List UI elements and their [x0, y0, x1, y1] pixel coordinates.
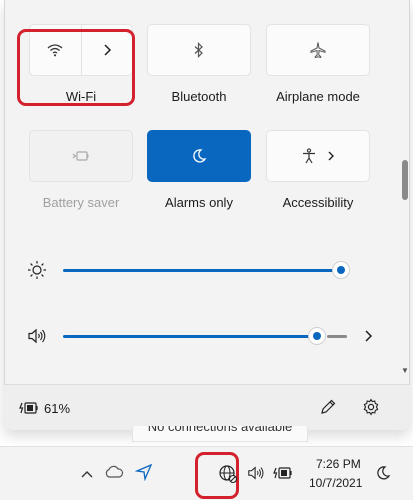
battery-saver-label: Battery saver [42, 195, 120, 210]
accessibility-label: Accessibility [282, 195, 354, 210]
battery-saver-tile [29, 130, 133, 182]
bluetooth-tile[interactable] [147, 24, 251, 76]
battery-saver-icon [72, 151, 89, 161]
battery-percentage[interactable]: 61% [44, 401, 70, 416]
tooltip-text: No connections available [147, 426, 293, 434]
alarms-only-tile[interactable] [147, 130, 251, 182]
network-tooltip: No connections available [132, 426, 308, 442]
alarms-only-label: Alarms only [165, 195, 233, 210]
battery-charging-icon[interactable] [273, 466, 293, 480]
clock-date: 10/7/2021 [309, 476, 363, 490]
bluetooth-label: Bluetooth [171, 89, 227, 104]
moon-icon[interactable] [375, 465, 391, 481]
volume-track [63, 335, 315, 338]
volume-slider[interactable] [27, 324, 387, 348]
bluetooth-icon [194, 42, 203, 58]
globe-no-connection-icon[interactable] [218, 464, 238, 484]
panel-scrollbar-thumb[interactable] [402, 160, 408, 200]
moon-icon [193, 149, 207, 163]
airplane-mode-label: Airplane mode [276, 89, 360, 104]
gear-icon[interactable] [362, 398, 380, 416]
chevron-up-icon[interactable] [80, 469, 94, 479]
airplane-icon [310, 42, 326, 59]
quick-settings-footer: 61% [4, 384, 410, 430]
speaker-icon [28, 328, 46, 344]
wifi-highlight-box [17, 29, 135, 106]
cloud-icon[interactable] [104, 465, 124, 479]
airplane-mode-tile[interactable] [266, 24, 370, 76]
accessibility-tile[interactable] [266, 130, 370, 182]
sun-icon [28, 261, 46, 279]
brightness-track [63, 269, 339, 272]
brightness-slider[interactable] [27, 258, 387, 282]
battery-charging-icon [19, 402, 38, 414]
scroll-down-icon[interactable]: ▼ [401, 366, 409, 375]
taskbar: 7:26 PM 10/7/2021 [0, 446, 413, 500]
speaker-icon[interactable] [247, 464, 265, 482]
audio-output-chevron-icon[interactable] [363, 329, 373, 343]
clock-time: 7:26 PM [316, 457, 361, 471]
location-icon[interactable] [135, 463, 153, 481]
volume-track-rest [327, 335, 347, 338]
accessibility-icon [303, 148, 315, 164]
volume-thumb[interactable] [309, 328, 325, 344]
brightness-thumb[interactable] [333, 262, 349, 278]
chevron-right-icon [328, 151, 334, 161]
pencil-icon[interactable] [320, 399, 336, 415]
